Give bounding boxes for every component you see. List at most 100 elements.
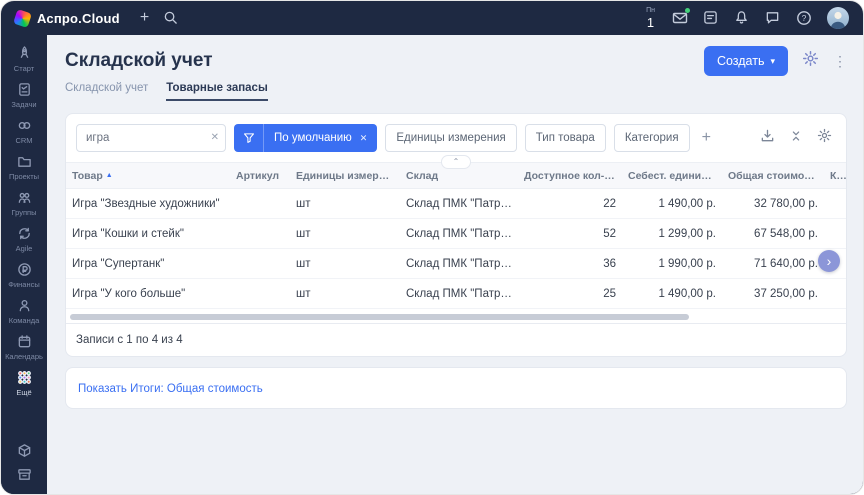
- sidebar-extra-item-1[interactable]: [1, 438, 47, 462]
- search-icon[interactable]: [163, 10, 179, 26]
- mail-icon[interactable]: [672, 10, 688, 26]
- filter-button[interactable]: По умолчанию ✕: [234, 124, 377, 152]
- product-cell: Игра "Супертанк": [66, 258, 230, 270]
- filter-chip-units[interactable]: Единицы измерения: [385, 124, 516, 152]
- active-filter-chip[interactable]: По умолчанию ✕: [264, 124, 377, 152]
- total-cost-cell: 71 640,00 р.: [722, 258, 824, 270]
- sprint-cycle-icon: [17, 226, 32, 241]
- app-window: Аспро.Cloud + Пн 1 ?: [0, 0, 864, 495]
- unit-cell: шт: [290, 228, 400, 240]
- totals-card: Показать Итоги: Общая стоимость: [65, 367, 847, 409]
- sidebar-item-calendar[interactable]: Календарь: [1, 329, 47, 365]
- checklist-icon: [17, 82, 32, 97]
- warehouse-cell: Склад ПМК "Патриот": [400, 198, 518, 210]
- brand-logo-icon: [13, 9, 32, 28]
- scrollbar-thumb[interactable]: [70, 314, 689, 320]
- inventory-table-card: ✕ По умолчанию ✕ Единицы измерения Тип т…: [65, 113, 847, 357]
- table-row[interactable]: Игра "Звездные художники" шт Склад ПМК "…: [66, 189, 846, 219]
- table-row[interactable]: Игра "Супертанк" шт Склад ПМК "Патриот" …: [66, 249, 846, 279]
- sidebar-item-more[interactable]: Ещё: [1, 365, 47, 401]
- unit-cost-cell: 1 990,00 р.: [622, 258, 722, 270]
- quick-add-button[interactable]: +: [140, 10, 149, 26]
- table-row[interactable]: Игра "Кошки и стейк" шт Склад ПМК "Патри…: [66, 219, 846, 249]
- create-button[interactable]: Создать ▾: [704, 46, 788, 76]
- unit-cost-cell: 1 490,00 р.: [622, 198, 722, 210]
- product-cell: Игра "Звездные художники": [66, 198, 230, 210]
- sidebar-item-start[interactable]: Старт: [1, 41, 47, 77]
- sort-asc-icon: ▲: [106, 172, 113, 179]
- archive-icon: [17, 467, 32, 482]
- bell-icon[interactable]: [734, 10, 750, 26]
- table-settings-icon[interactable]: [817, 128, 832, 148]
- export-icon[interactable]: [760, 128, 775, 148]
- records-count: Записи с 1 по 4 из 4: [66, 323, 846, 356]
- unit-cell: шт: [290, 258, 400, 270]
- qty-cell: 22: [518, 198, 622, 210]
- calendar-icon: [17, 334, 32, 349]
- unit-cell: шт: [290, 198, 400, 210]
- more-options-icon[interactable]: ⋮: [833, 54, 847, 68]
- column-header-available-qty[interactable]: Доступное кол-во: [518, 170, 622, 182]
- sidebar-item-finance[interactable]: Финансы: [1, 257, 47, 293]
- person-icon: [17, 298, 32, 313]
- warehouse-cell: Склад ПМК "Патриот": [400, 288, 518, 300]
- money-icon: [17, 262, 32, 277]
- qty-cell: 36: [518, 258, 622, 270]
- tab-warehouse-accounting[interactable]: Складской учет: [65, 82, 148, 101]
- apps-grid-icon: [17, 370, 32, 385]
- collapse-panel-button[interactable]: ⌃: [441, 155, 471, 169]
- sidebar-item-team[interactable]: Команда: [1, 293, 47, 329]
- handshake-icon: [17, 118, 32, 133]
- remove-filter-icon[interactable]: ✕: [360, 133, 368, 144]
- sidebar-item-agile[interactable]: Agile: [1, 221, 47, 257]
- gear-icon[interactable]: [802, 50, 819, 72]
- horizontal-scrollbar[interactable]: [69, 313, 843, 321]
- show-totals-link[interactable]: Показать Итоги: Общая стоимость: [78, 383, 263, 395]
- brand[interactable]: Аспро.Cloud: [15, 11, 120, 26]
- notes-icon[interactable]: [703, 10, 719, 26]
- column-header-unit-cost[interactable]: Себест. единицы: [622, 170, 722, 182]
- qty-cell: 25: [518, 288, 622, 300]
- folder-icon: [17, 154, 32, 169]
- sidebar-item-tasks[interactable]: Задачи: [1, 77, 47, 113]
- chevron-down-icon: ▾: [770, 56, 775, 67]
- help-icon[interactable]: ?: [796, 10, 812, 26]
- filter-chip-category[interactable]: Категория: [614, 124, 690, 152]
- add-filter-icon[interactable]: +: [698, 130, 715, 146]
- sidebar: Старт Задачи CRM Проекты Группы Agile: [1, 35, 47, 494]
- column-header-sku[interactable]: Артикул: [230, 170, 290, 182]
- column-header-code[interactable]: Код: [824, 170, 850, 182]
- filter-chip-product-type[interactable]: Тип товара: [525, 124, 606, 152]
- clear-search-icon[interactable]: ✕: [211, 131, 219, 145]
- unit-cost-cell: 1 299,00 р.: [622, 228, 722, 240]
- sidebar-item-crm[interactable]: CRM: [1, 113, 47, 149]
- tab-product-stock[interactable]: Товарные запасы: [166, 82, 268, 101]
- column-header-product[interactable]: Товар▲: [66, 170, 230, 182]
- column-header-unit[interactable]: Единицы измерения: [290, 170, 400, 182]
- warehouse-cell: Склад ПМК "Патриот": [400, 228, 518, 240]
- svg-text:?: ?: [802, 13, 807, 23]
- total-cost-cell: 67 548,00 р.: [722, 228, 824, 240]
- mail-notification-dot: [685, 8, 690, 13]
- chat-icon[interactable]: [765, 10, 781, 26]
- sidebar-item-projects[interactable]: Проекты: [1, 149, 47, 185]
- calendar-day-widget[interactable]: Пн 1: [646, 7, 655, 29]
- total-cost-cell: 32 780,00 р.: [722, 198, 824, 210]
- sidebar-extra-item-2[interactable]: [1, 462, 47, 486]
- people-icon: [17, 190, 32, 205]
- column-header-warehouse[interactable]: Склад: [400, 170, 518, 182]
- box-icon: [17, 443, 32, 458]
- user-avatar[interactable]: [827, 7, 849, 29]
- funnel-icon[interactable]: [234, 124, 264, 152]
- sidebar-item-groups[interactable]: Группы: [1, 185, 47, 221]
- table-row[interactable]: Игра "У кого больше" шт Склад ПМК "Патри…: [66, 279, 846, 309]
- column-header-total-cost[interactable]: Общая стоимость: [722, 170, 824, 182]
- warehouse-cell: Склад ПМК "Патриот": [400, 258, 518, 270]
- search-input[interactable]: [76, 124, 226, 152]
- brand-name: Аспро.Cloud: [37, 11, 120, 26]
- product-cell: Игра "У кого больше": [66, 288, 230, 300]
- main-content: Складской учет Создать ▾ ⋮ Складской уче…: [47, 35, 863, 494]
- page-title: Складской учет: [65, 50, 213, 72]
- scroll-right-button[interactable]: ›: [818, 250, 840, 272]
- collapse-rows-icon[interactable]: [789, 129, 803, 148]
